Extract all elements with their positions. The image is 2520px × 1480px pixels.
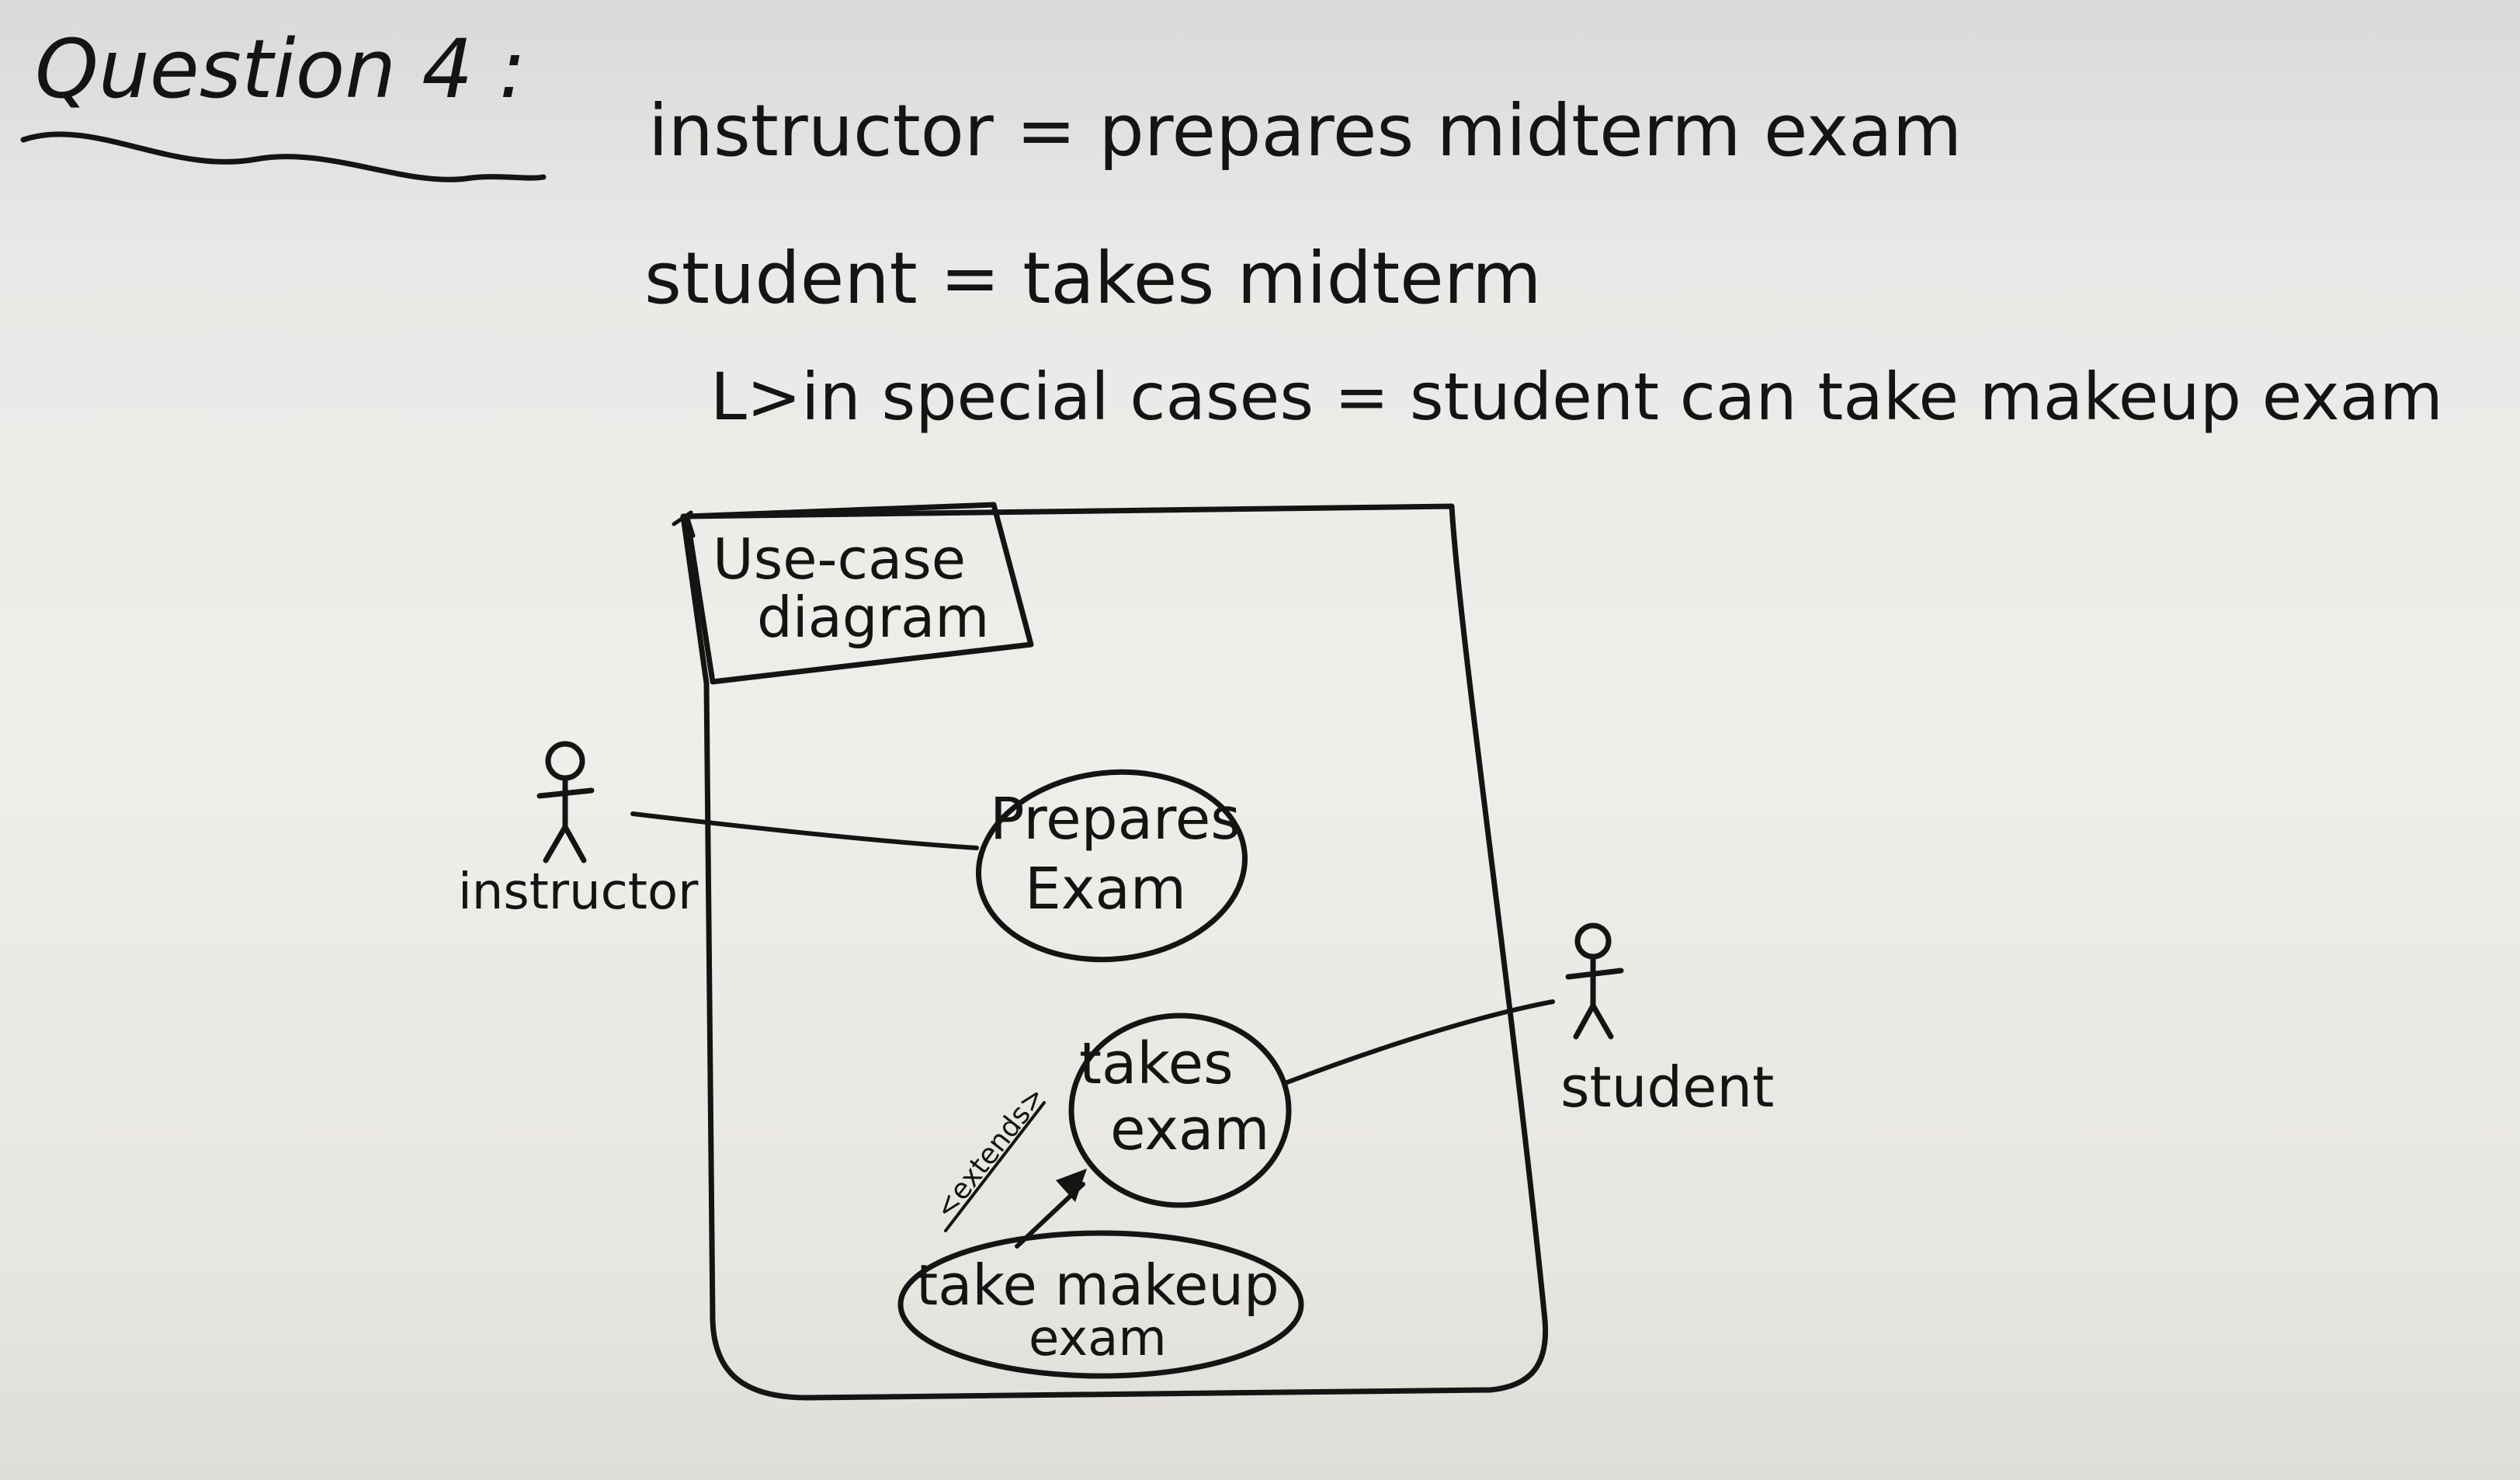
whiteboard-drawing: Question 4 : instructor = prepares midte… <box>20 22 2443 1401</box>
requirement-line-1: instructor = prepares midterm exam <box>648 89 1962 172</box>
instructor-label: instructor <box>458 863 699 921</box>
student-actor <box>1565 922 1624 1040</box>
question-heading: Question 4 : <box>35 22 526 116</box>
instructor-actor <box>536 741 595 863</box>
takes-exam-line-2: exam <box>1110 1096 1269 1163</box>
prepares-exam-line-1: Prepares <box>990 786 1241 853</box>
association-instructor-prepares <box>630 811 979 850</box>
requirement-line-3: L>in special cases = student can take ma… <box>710 359 2443 435</box>
makeup-line-2: exam <box>1029 1310 1167 1367</box>
extends-label: <extends> <box>929 1081 1052 1225</box>
frame-title-line-2: diagram <box>757 585 989 650</box>
requirement-line-2: student = takes midterm <box>644 237 1542 320</box>
instructor-head-icon <box>545 741 585 781</box>
prepares-exam-line-2: Exam <box>1025 856 1186 922</box>
makeup-line-1: take makeup <box>916 1252 1279 1318</box>
student-label: student <box>1560 1054 1774 1120</box>
heading-underline <box>20 131 547 182</box>
student-head-icon <box>1574 922 1612 960</box>
takes-exam-line-1: takes <box>1079 1030 1234 1097</box>
frame-title-line-1: Use-case <box>713 526 966 592</box>
